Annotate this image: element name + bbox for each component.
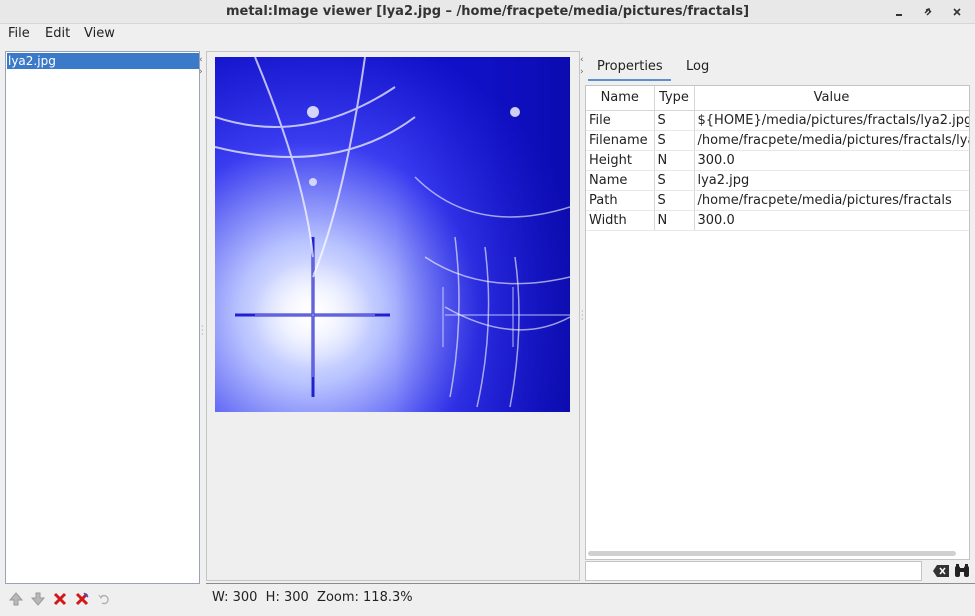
expand-right-icon[interactable]: › xyxy=(580,67,584,77)
cell-value: /home/fracpete/media/pictures/fractals/l… xyxy=(694,130,969,151)
column-header-value[interactable]: Value xyxy=(694,86,969,111)
column-header-type[interactable]: Type xyxy=(654,86,695,111)
cell-value: ${HOME}/media/pictures/fractals/lya2.jpg xyxy=(694,110,969,131)
cell-name: Height xyxy=(586,150,655,171)
expand-left-icon[interactable]: › xyxy=(199,67,203,77)
horizontal-scrollbar[interactable] xyxy=(588,551,956,556)
tab-bar: Properties Log xyxy=(585,55,975,81)
cell-name: Name xyxy=(586,170,655,191)
table-row[interactable]: Filename S /home/fracpete/media/pictures… xyxy=(586,130,969,151)
table-row[interactable]: Width N 300.0 xyxy=(586,210,969,231)
arrow-up-icon[interactable] xyxy=(7,590,25,608)
remove-all-icon[interactable] xyxy=(73,590,91,608)
window-title: metal:Image viewer [lya2.jpg – /home/fra… xyxy=(225,4,750,19)
fractal-image xyxy=(215,57,570,412)
collapse-right-icon[interactable]: ‹ xyxy=(580,55,584,65)
splitter-handle[interactable]: · · · xyxy=(201,323,204,339)
column-header-name[interactable]: Name xyxy=(586,86,655,111)
table-row[interactable]: Path S /home/fracpete/media/pictures/fra… xyxy=(586,190,969,211)
restore-icon[interactable] xyxy=(919,3,937,21)
list-toolbar xyxy=(5,588,200,612)
arrow-down-icon[interactable] xyxy=(29,590,47,608)
cell-type: N xyxy=(654,150,695,171)
menu-edit[interactable]: Edit xyxy=(45,26,70,41)
menu-bar: File Edit View xyxy=(0,24,975,45)
cell-name: Filename xyxy=(586,130,655,151)
tab-log[interactable]: Log xyxy=(686,59,709,74)
cell-type: S xyxy=(654,170,695,191)
table-row[interactable]: Height N 300.0 xyxy=(586,150,969,171)
properties-table[interactable]: Name Type Value File S ${HOME}/media/pic… xyxy=(585,85,970,560)
cell-type: N xyxy=(654,210,695,231)
table-row[interactable]: File S ${HOME}/media/pictures/fractals/l… xyxy=(586,110,969,131)
cell-name: File xyxy=(586,110,655,131)
menu-file[interactable]: File xyxy=(8,26,30,41)
menu-view[interactable]: View xyxy=(84,26,115,41)
search-input[interactable] xyxy=(586,562,921,580)
cell-name: Width xyxy=(586,210,655,231)
splitter-handle-right[interactable]: · · · xyxy=(581,308,584,324)
binoculars-icon[interactable] xyxy=(953,563,971,579)
file-list[interactable]: lya2.jpg xyxy=(5,51,200,584)
status-bar: W: 300 H: 300 Zoom: 118.3% xyxy=(206,583,975,610)
minimize-icon[interactable] xyxy=(890,3,908,21)
list-item[interactable]: lya2.jpg xyxy=(7,53,199,69)
cell-type: S xyxy=(654,110,695,131)
cell-value: 300.0 xyxy=(694,210,969,231)
clear-icon[interactable] xyxy=(932,563,950,579)
active-tab-indicator xyxy=(588,79,671,81)
tab-properties[interactable]: Properties xyxy=(597,59,663,74)
table-row[interactable]: Name S lya2.jpg xyxy=(586,170,969,191)
collapse-left-icon[interactable]: ‹ xyxy=(199,55,203,65)
cell-name: Path xyxy=(586,190,655,211)
table-header-row: Name Type Value xyxy=(586,86,969,111)
cell-type: S xyxy=(654,130,695,151)
undo-icon[interactable] xyxy=(95,590,113,608)
remove-icon[interactable] xyxy=(51,590,69,608)
close-icon[interactable] xyxy=(948,3,966,21)
search-field-wrapper xyxy=(585,561,922,581)
cell-value: /home/fracpete/media/pictures/fractals xyxy=(694,190,969,211)
status-text: W: 300 H: 300 Zoom: 118.3% xyxy=(212,590,413,605)
title-bar: metal:Image viewer [lya2.jpg – /home/fra… xyxy=(0,0,975,24)
cell-value: 300.0 xyxy=(694,150,969,171)
cell-value: lya2.jpg xyxy=(694,170,969,191)
cell-type: S xyxy=(654,190,695,211)
